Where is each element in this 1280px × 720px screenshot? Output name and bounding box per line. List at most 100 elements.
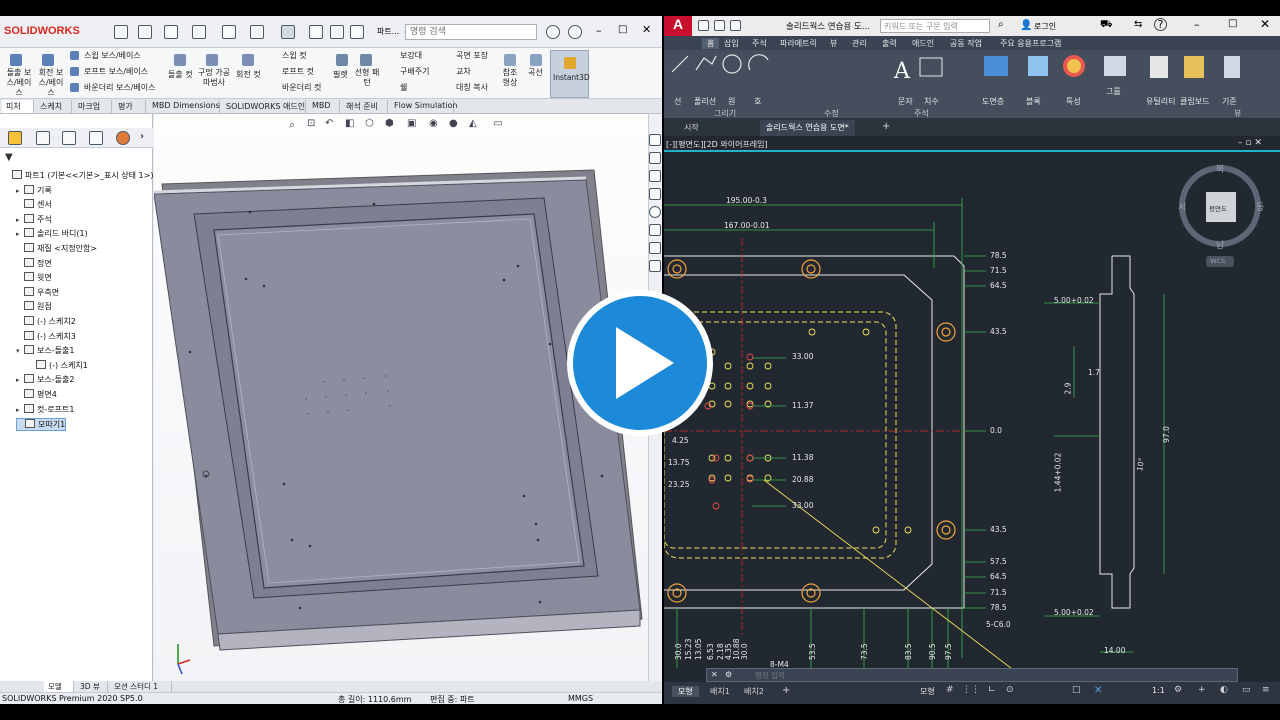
mirror-button[interactable]: 대칭 복사 (456, 83, 488, 93)
home-icon[interactable] (114, 25, 128, 39)
sweep-boss-button[interactable]: 스윕 보스/베이스 (84, 51, 141, 61)
circle-tool[interactable]: 원 (728, 96, 735, 107)
object-snap-icon[interactable]: □ (1072, 685, 1081, 695)
expand-toggle-icon[interactable]: ▸ (16, 187, 24, 195)
tab-mbd[interactable]: MBD (308, 100, 340, 113)
options-gear-icon[interactable] (350, 25, 364, 39)
restore-button[interactable]: □ (618, 24, 627, 35)
expand-toggle-icon[interactable]: ▸ (16, 230, 24, 238)
wrap-button[interactable]: 곡면 포장 (456, 51, 488, 61)
loft-boss-button[interactable]: 로프트 보스/베이스 (84, 67, 148, 77)
help-icon[interactable] (568, 25, 582, 39)
tab-markup[interactable]: 마크업 (74, 100, 112, 113)
tab-evaluate[interactable]: 평가 (114, 100, 146, 113)
instant3d-button[interactable]: Instant3D (550, 50, 590, 98)
tree-item[interactable]: ▸ 기록 (16, 184, 52, 196)
annotation-visibility-icon[interactable]: ✕ (1094, 685, 1102, 696)
tab-home[interactable]: 홈 (702, 38, 720, 49)
tree-item[interactable]: 우측면 (16, 286, 59, 298)
user-icon[interactable] (546, 25, 560, 39)
binoculars-icon[interactable]: ⌕ (998, 19, 1004, 30)
customization-menu-icon[interactable]: ≡ (1262, 685, 1270, 695)
qa-new-icon[interactable] (698, 20, 709, 31)
user-icon[interactable]: 👤 (1020, 20, 1032, 31)
polyline-tool[interactable]: 폴리선 (694, 96, 716, 107)
tab-output[interactable]: 출력 (882, 38, 897, 49)
fillet-button[interactable]: 필렛 (333, 70, 348, 80)
tab-motion-study[interactable]: 모션 스터디 1 (110, 681, 172, 692)
view-palette-icon[interactable] (649, 188, 661, 200)
file-properties-icon[interactable] (330, 25, 344, 39)
viewcube-north[interactable]: 북 (1216, 162, 1224, 175)
open-folder-icon[interactable] (164, 25, 178, 39)
settings-gear-icon[interactable]: ⚙ (1174, 685, 1182, 695)
tab-insert[interactable]: 삽입 (724, 38, 739, 49)
wcs-menu[interactable]: WCS (1210, 257, 1225, 265)
chevron-right-icon[interactable]: › (140, 131, 144, 142)
tree-item[interactable]: 파트1 (기본<<기본>_표시 상태 1>) (4, 170, 153, 181)
isolate-objects-icon[interactable]: ◐ (1220, 685, 1228, 695)
viewcube-west[interactable]: 서 (1178, 200, 1186, 213)
command-wrench-icon[interactable]: ⚙ (725, 670, 732, 679)
file-explorer-icon[interactable] (649, 170, 661, 182)
network-icon[interactable]: ⇆ (1134, 19, 1142, 30)
polar-icon[interactable]: ⊙ (1006, 685, 1014, 695)
cart-icon[interactable]: ⛟ (1100, 19, 1113, 32)
revolve-cut-button[interactable]: 회전 컷 (236, 70, 261, 80)
tab-sketch[interactable]: 스케치 (36, 100, 72, 113)
sweep-cut-button[interactable]: 스윕 컷 (282, 51, 307, 61)
close-button[interactable]: ✕ (642, 23, 651, 36)
tab-mbd-dimensions[interactable]: MBD Dimensions (148, 100, 220, 113)
login-button[interactable]: 로그인 (1034, 21, 1056, 32)
autocad-logo-icon[interactable]: A (664, 16, 692, 36)
tree-item[interactable]: ▸ 보스-돌출2 (16, 374, 74, 385)
3d-viewport[interactable]: ⌕ ⊡ ↶ ◧ ⬡ ⬢ ▣ ◉ ● ◭ ▭ (154, 114, 648, 681)
tab-layout2[interactable]: 배치2 (744, 686, 764, 697)
forum-icon[interactable] (649, 242, 661, 254)
tab-drawing[interactable]: 솔리드웍스 연습용 도면* (760, 120, 855, 136)
clean-screen-icon[interactable]: ▭ (1242, 685, 1251, 695)
tab-annotate[interactable]: 주석 (752, 38, 767, 49)
block-button[interactable]: 블록 (1026, 96, 1041, 107)
expand-toggle-icon[interactable]: ▸ (16, 376, 24, 384)
tab-start[interactable]: 시작 (684, 122, 699, 133)
print-icon[interactable] (222, 25, 236, 39)
tree-item[interactable]: (-) 스케치3 (16, 330, 76, 342)
dimension-tool[interactable]: 치수 (924, 96, 939, 107)
property-manager-icon[interactable] (36, 131, 50, 145)
maximize-button[interactable]: □ (1228, 18, 1237, 29)
tree-item[interactable]: ▾ 보스-돌출1 (16, 345, 74, 356)
snap-icon[interactable]: ⋮⋮ (962, 685, 980, 695)
tab-layout1[interactable]: 배치1 (710, 686, 730, 697)
simulation-icon[interactable] (649, 260, 661, 272)
boundary-cut-button[interactable]: 바운더리 컷 (282, 83, 321, 93)
help-icon[interactable]: ? (1154, 18, 1167, 31)
base-button[interactable]: 기준 (1222, 96, 1237, 107)
minimize-button[interactable]: – (596, 24, 602, 37)
new-tab-plus-icon[interactable]: + (882, 121, 890, 132)
tree-item[interactable]: 정면 (16, 257, 52, 269)
appearances-icon[interactable] (649, 206, 661, 218)
shell-button[interactable]: 쉘 (400, 83, 407, 93)
minimize-button[interactable]: – (1194, 18, 1200, 31)
rib-button[interactable]: 보강대 (400, 51, 422, 61)
tree-item[interactable]: (-) 스케치1 (28, 359, 88, 371)
expand-toggle-icon[interactable]: ▸ (16, 216, 24, 224)
tab-3d-views[interactable]: 3D 뷰 (76, 681, 108, 692)
tab-parametric[interactable]: 파라메트릭 (780, 38, 817, 49)
expand-toggle-icon[interactable]: ▾ (16, 347, 24, 355)
tree-item[interactable]: (-) 스케치2 (16, 316, 76, 327)
properties-button[interactable]: 특성 (1066, 96, 1081, 107)
unit-system[interactable]: MMGS (568, 694, 593, 703)
tree-item-selected[interactable]: 모따기1 (16, 418, 67, 432)
tree-item[interactable]: 센서 (16, 199, 52, 210)
tree-item[interactable]: ▸ 솔리드 바디(1) (16, 228, 88, 239)
utilities-button[interactable]: 유틸리티 (1146, 96, 1175, 107)
command-input[interactable] (755, 670, 1225, 681)
display-manager-icon[interactable] (116, 131, 130, 145)
qa-open-icon[interactable] (714, 20, 725, 31)
add-icon[interactable]: + (1198, 685, 1206, 695)
revolve-boss-button[interactable]: 회전 보스/베이스 (36, 68, 66, 98)
clipboard-button[interactable]: 클립보드 (1180, 96, 1209, 107)
tab-manage[interactable]: 관리 (852, 38, 867, 49)
